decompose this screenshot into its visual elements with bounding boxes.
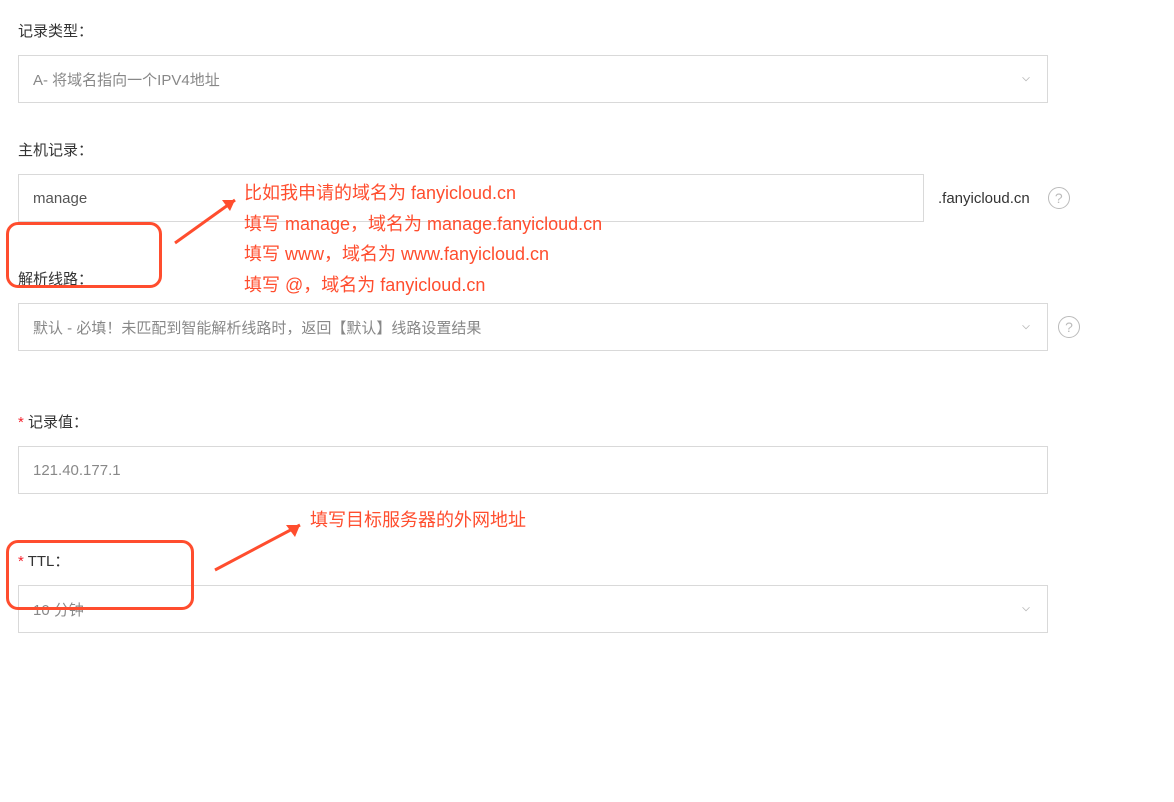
record-type-value: A- 将域名指向一个IPV4地址 xyxy=(33,69,220,90)
host-record-group: 主机记录： manage .fanyicloud.cn ? xyxy=(18,139,1156,222)
dns-line-select[interactable]: 默认 - 必填！未匹配到智能解析线路时，返回【默认】线路设置结果 xyxy=(18,303,1048,351)
ttl-value: 10 分钟 xyxy=(33,599,84,620)
domain-suffix: .fanyicloud.cn xyxy=(938,190,1030,207)
ttl-label: TTL： xyxy=(18,550,1156,571)
host-record-label: 主机记录： xyxy=(18,139,1156,160)
record-value-input[interactable]: 121.40.177.1 xyxy=(18,446,1048,494)
dns-line-label: 解析线路： xyxy=(18,268,1156,289)
record-value-text: 121.40.177.1 xyxy=(33,462,121,479)
ttl-group: TTL： 10 分钟 xyxy=(18,550,1156,633)
record-type-group: 记录类型： A- 将域名指向一个IPV4地址 xyxy=(18,20,1156,103)
chevron-down-icon xyxy=(1019,602,1033,616)
ttl-select[interactable]: 10 分钟 xyxy=(18,585,1048,633)
host-record-row: manage .fanyicloud.cn ? xyxy=(18,174,1156,222)
help-icon[interactable]: ? xyxy=(1048,187,1070,209)
dns-line-value: 默认 - 必填！未匹配到智能解析线路时，返回【默认】线路设置结果 xyxy=(33,317,481,338)
dns-line-row: 默认 - 必填！未匹配到智能解析线路时，返回【默认】线路设置结果 ? xyxy=(18,303,1156,351)
dns-line-group: 解析线路： 默认 - 必填！未匹配到智能解析线路时，返回【默认】线路设置结果 ? xyxy=(18,268,1156,351)
chevron-down-icon xyxy=(1019,320,1033,334)
record-type-label: 记录类型： xyxy=(18,20,1156,41)
annotation-value: 填写目标服务器的外网地址 xyxy=(310,505,526,536)
help-icon[interactable]: ? xyxy=(1058,316,1080,338)
record-value-label: 记录值： xyxy=(18,411,1156,432)
host-record-input[interactable]: manage xyxy=(18,174,924,222)
record-type-select[interactable]: A- 将域名指向一个IPV4地址 xyxy=(18,55,1048,103)
chevron-down-icon xyxy=(1019,72,1033,86)
host-record-value: manage xyxy=(33,190,87,207)
record-value-group: 记录值： 121.40.177.1 xyxy=(18,411,1156,494)
